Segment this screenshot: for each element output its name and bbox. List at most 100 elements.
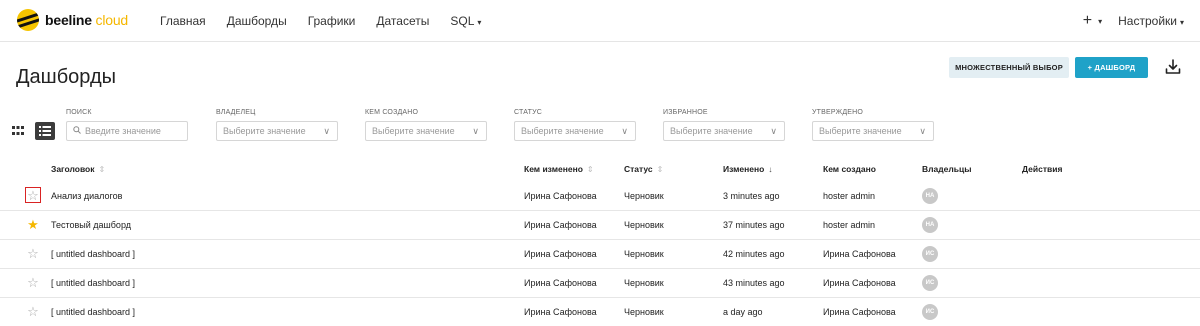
changed-by-cell: Ирина Сафонова bbox=[524, 249, 597, 259]
column-label: Владельцы bbox=[922, 164, 972, 174]
column-label: Заголовок bbox=[51, 164, 95, 174]
select-placeholder: Выберите значение bbox=[223, 126, 306, 136]
owner-select[interactable]: Выберите значение ∨ bbox=[216, 121, 338, 141]
nav-item-sql[interactable]: SQL ▾ bbox=[450, 14, 481, 28]
changed-cell: 37 minutes ago bbox=[723, 220, 785, 230]
filter-owner: ВЛАДЕЛЕЦ Выберите значение ∨ bbox=[216, 109, 338, 141]
column-header-changed-by[interactable]: Кем изменено ⇕ bbox=[524, 164, 594, 174]
chevron-down-icon[interactable]: ▾ bbox=[1098, 17, 1102, 26]
column-header-title[interactable]: Заголовок ⇕ bbox=[51, 164, 105, 174]
dashboard-title-link[interactable]: [ untitled dashboard ] bbox=[51, 249, 135, 259]
top-navbar: beeline cloud Главная Дашборды Графики Д… bbox=[0, 0, 1200, 42]
settings-label: Настройки bbox=[1118, 14, 1177, 28]
column-header-changed[interactable]: Изменено ↓ bbox=[723, 164, 772, 174]
filter-label: СТАТУС bbox=[514, 109, 542, 116]
nav-item-charts[interactable]: Графики bbox=[308, 14, 356, 28]
star-outline-icon[interactable]: ☆ bbox=[26, 246, 40, 260]
avatar[interactable]: ИС bbox=[922, 275, 938, 291]
status-select[interactable]: Выберите значение ∨ bbox=[514, 121, 636, 141]
sort-desc-icon: ↓ bbox=[768, 165, 773, 174]
search-placeholder: Введите значение bbox=[85, 126, 161, 136]
table-row[interactable]: ☆ Анализ диалогов Ирина Сафонова Чернови… bbox=[0, 182, 1200, 211]
nav-item-datasets[interactable]: Датасеты bbox=[376, 14, 429, 28]
table-row[interactable]: ☆ [ untitled dashboard ] Ирина Сафонова … bbox=[0, 240, 1200, 269]
column-label: Статус bbox=[624, 164, 653, 174]
main-nav: Главная Дашборды Графики Датасеты SQL ▾ bbox=[160, 0, 502, 42]
settings-menu[interactable]: Настройки ▾ bbox=[1118, 14, 1184, 28]
column-header-owners: Владельцы bbox=[922, 164, 972, 174]
filter-created-by: КЕМ СОЗДАНО Выберите значение ∨ bbox=[365, 109, 487, 141]
filter-label: КЕМ СОЗДАНО bbox=[365, 109, 419, 116]
status-cell: Черновик bbox=[624, 278, 664, 288]
select-placeholder: Выберите значение bbox=[819, 126, 902, 136]
nav-item-dashboards[interactable]: Дашборды bbox=[227, 14, 287, 28]
status-cell: Черновик bbox=[624, 191, 664, 201]
filter-label: ИЗБРАННОЕ bbox=[663, 109, 708, 116]
filter-favorites: ИЗБРАННОЕ Выберите значение ∨ bbox=[663, 109, 785, 141]
star-outline-icon[interactable]: ☆ bbox=[26, 275, 40, 289]
favorites-select[interactable]: Выберите значение ∨ bbox=[663, 121, 785, 141]
plus-menu-icon[interactable]: + bbox=[1083, 12, 1092, 30]
sort-icon: ⇕ bbox=[98, 165, 106, 174]
created-by-select[interactable]: Выберите значение ∨ bbox=[365, 121, 487, 141]
avatar[interactable]: HA bbox=[922, 217, 938, 233]
changed-cell: a day ago bbox=[723, 307, 763, 317]
table-row[interactable]: ☆ [ untitled dashboard ] Ирина Сафонова … bbox=[0, 269, 1200, 298]
column-header-actions: Действия bbox=[1022, 164, 1062, 174]
chevron-down-icon: ∨ bbox=[919, 126, 926, 136]
select-placeholder: Выберите значение bbox=[521, 126, 604, 136]
star-filled-icon[interactable]: ★ bbox=[26, 217, 40, 231]
brand-logo[interactable]: beeline cloud bbox=[17, 9, 128, 31]
dashboard-title-link[interactable]: [ untitled dashboard ] bbox=[51, 278, 135, 288]
download-icon[interactable] bbox=[1164, 58, 1182, 76]
chevron-down-icon: ▾ bbox=[1179, 18, 1184, 27]
star-outline-icon[interactable]: ☆ bbox=[26, 304, 40, 318]
search-input[interactable]: Введите значение bbox=[66, 121, 188, 141]
select-placeholder: Выберите значение bbox=[372, 126, 455, 136]
list-view-icon[interactable] bbox=[35, 122, 55, 140]
created-by-cell: Ирина Сафонова bbox=[823, 249, 896, 259]
filter-label: ПОИСК bbox=[66, 109, 92, 116]
changed-by-cell: Ирина Сафонова bbox=[524, 220, 597, 230]
sort-icon: ⇕ bbox=[586, 165, 594, 174]
filter-label: ВЛАДЕЛЕЦ bbox=[216, 109, 256, 116]
created-by-cell: Ирина Сафонова bbox=[823, 307, 896, 317]
dashboard-title-link[interactable]: Анализ диалогов bbox=[51, 191, 122, 201]
dashboard-title-link[interactable]: [ untitled dashboard ] bbox=[51, 307, 135, 317]
multi-select-button[interactable]: МНОЖЕСТВЕННЫЙ ВЫБОР bbox=[949, 57, 1069, 78]
changed-by-cell: Ирина Сафонова bbox=[524, 278, 597, 288]
brand-name-suffix: cloud bbox=[95, 12, 129, 28]
avatar[interactable]: ИС bbox=[922, 304, 938, 320]
changed-cell: 43 minutes ago bbox=[723, 278, 785, 288]
approved-select[interactable]: Выберите значение ∨ bbox=[812, 121, 934, 141]
chevron-down-icon: ∨ bbox=[621, 126, 628, 136]
avatar[interactable]: HA bbox=[922, 188, 938, 204]
column-label: Изменено bbox=[723, 164, 765, 174]
star-outline-icon[interactable]: ☆ bbox=[25, 187, 41, 203]
table-row[interactable]: ☆ [ untitled dashboard ] Ирина Сафонова … bbox=[0, 298, 1200, 326]
created-by-cell: hoster admin bbox=[823, 220, 876, 230]
chevron-down-icon: ▾ bbox=[477, 18, 482, 27]
search-icon bbox=[73, 126, 81, 136]
add-dashboard-button[interactable]: + ДАШБОРД bbox=[1075, 57, 1148, 78]
beeline-logo-icon bbox=[17, 9, 39, 31]
filter-status: СТАТУС Выберите значение ∨ bbox=[514, 109, 636, 141]
column-header-status[interactable]: Статус ⇕ bbox=[624, 164, 663, 174]
changed-by-cell: Ирина Сафонова bbox=[524, 191, 597, 201]
page-title: Дашборды bbox=[16, 66, 116, 88]
column-header-created-by: Кем создано bbox=[823, 164, 876, 174]
filter-label: УТВЕРЖДЕНО bbox=[812, 109, 864, 116]
nav-right: + ▾ Настройки ▾ bbox=[1083, 0, 1184, 42]
changed-cell: 3 minutes ago bbox=[723, 191, 780, 201]
dashboard-title-link[interactable]: Тестовый дашборд bbox=[51, 220, 131, 230]
nav-item-home[interactable]: Главная bbox=[160, 14, 206, 28]
sort-icon: ⇕ bbox=[656, 165, 664, 174]
chevron-down-icon: ∨ bbox=[472, 126, 479, 136]
table-row[interactable]: ★ Тестовый дашборд Ирина Сафонова Чернов… bbox=[0, 211, 1200, 240]
select-placeholder: Выберите значение bbox=[670, 126, 753, 136]
grid-view-icon[interactable] bbox=[8, 122, 28, 140]
avatar[interactable]: ИС bbox=[922, 246, 938, 262]
status-cell: Черновик bbox=[624, 307, 664, 317]
changed-cell: 42 minutes ago bbox=[723, 249, 785, 259]
created-by-cell: hoster admin bbox=[823, 191, 876, 201]
